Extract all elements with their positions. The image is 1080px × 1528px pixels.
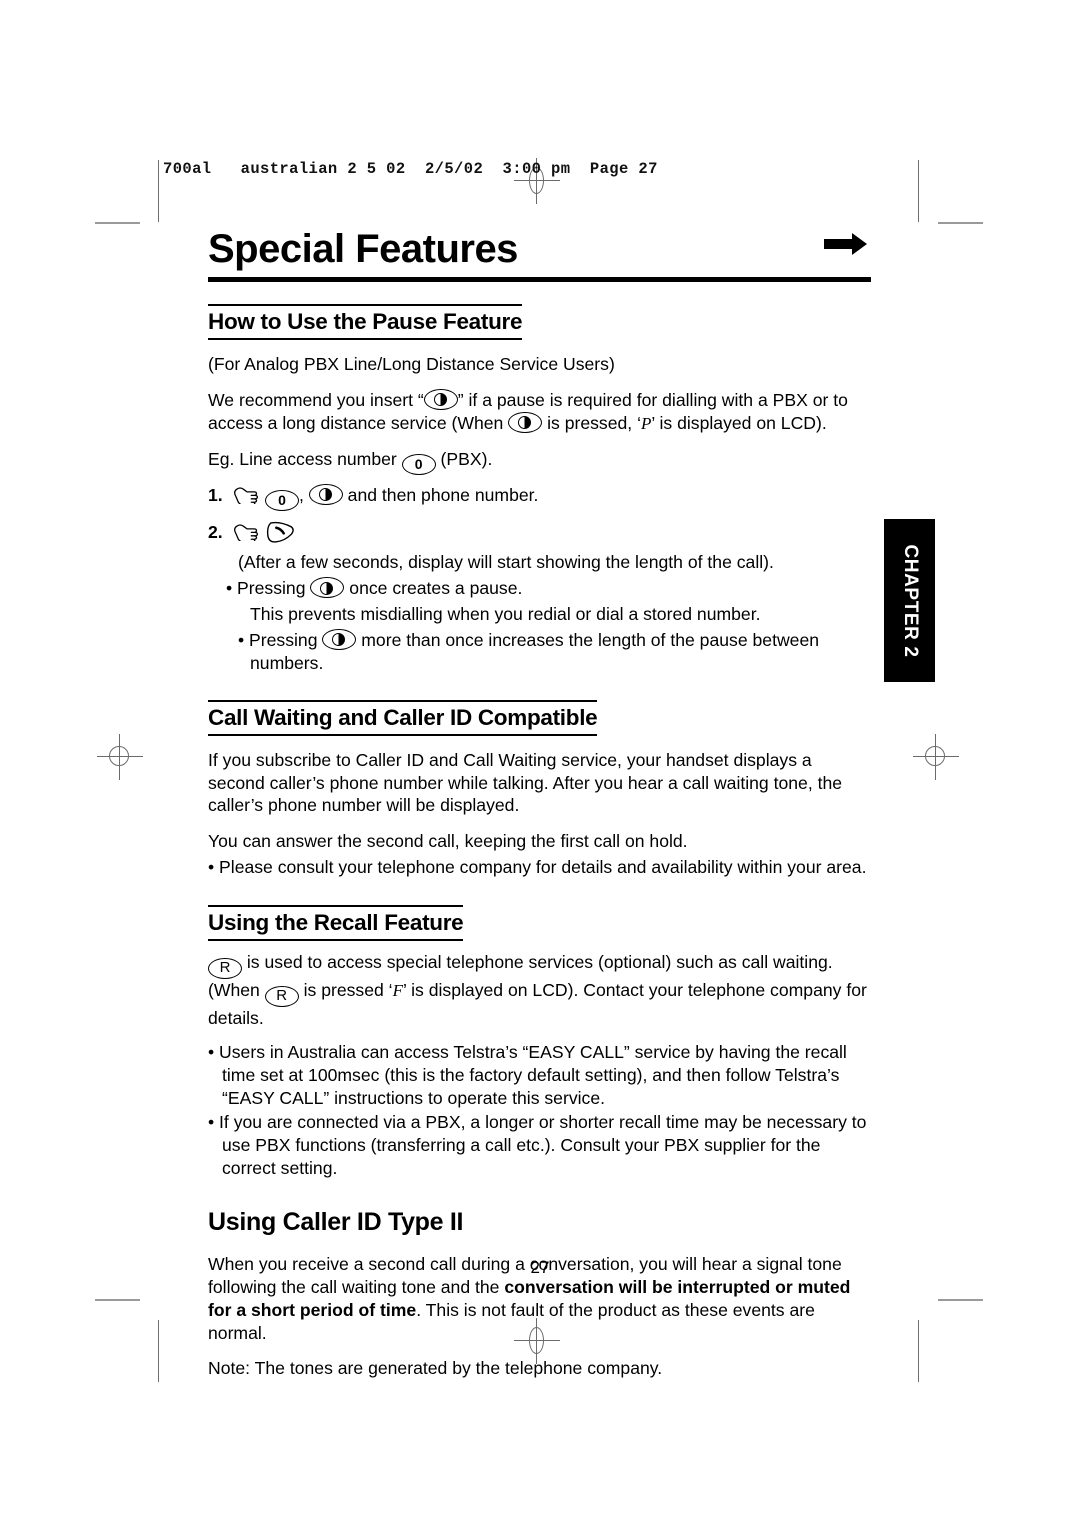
call-waiting-paragraph-1: If you subscribe to Caller ID and Call W… (208, 749, 843, 816)
chapter-title-row: Special Features (208, 228, 871, 270)
recall-intro-paragraph: R is used to access special telephone se… (208, 941, 871, 1030)
pause-subtitle: (For Analog PBX Line/Long Distance Servi… (208, 354, 615, 374)
pause-key-icon (322, 628, 357, 650)
pause-bullet-2: • Pressing more than once increases the … (208, 626, 871, 675)
crop-mark-bottom-left-vertical (158, 1320, 159, 1382)
section-heading-pause-label: How to Use the Pause Feature (208, 309, 523, 334)
pause-key-icon (508, 411, 543, 433)
chapter-tab-label: CHAPTER 2 (899, 543, 921, 658)
crop-mark-top-right-vertical (918, 160, 919, 222)
step-1-number: 1. (208, 484, 223, 505)
pause-step-2-note: (After a few seconds, display will start… (238, 552, 774, 573)
title-rule (208, 277, 871, 282)
page-number: 27 (530, 1258, 550, 1277)
pause-step-2: 2. (208, 511, 871, 547)
step-2-number: 2. (208, 521, 223, 542)
pause-bullet-1-text-b: once creates a pause. (344, 578, 523, 599)
section-heading-recall: Using the Recall Feature (208, 904, 871, 941)
pause-step-1: 1. 0, and then phone number. (208, 475, 871, 511)
recall-bullet-1: • Users in Australia can access Telstra’… (208, 1041, 847, 1108)
recall-key-icon: R (208, 957, 242, 979)
recall-key-icon: R (264, 985, 299, 1007)
crop-mark-bottom-right-vertical (918, 1320, 919, 1382)
pause-key-icon (423, 388, 458, 410)
crop-mark-top-right-horizontal (938, 222, 983, 224)
caller-id-type2-note: Note: The tones are generated by the tel… (208, 1358, 663, 1379)
section-heading-call-waiting: Call Waiting and Caller ID Compatible (208, 699, 871, 736)
pause-example-line: Eg. Line access number 0 (PBX). (208, 435, 871, 475)
lcd-indicator-f: F (392, 980, 403, 1000)
page-title: Special Features (208, 227, 518, 271)
section-heading-pause: How to Use the Pause Feature (208, 304, 871, 340)
section-heading-call-waiting-label: Call Waiting and Caller ID Compatible (208, 704, 598, 730)
crop-mark-bottom-left-horizontal (95, 1299, 140, 1301)
pause-intro-text-c: is pressed, ‘ (542, 412, 641, 433)
talk-key-icon (265, 520, 295, 543)
pause-key-icon (310, 577, 345, 599)
recall-intro-text-b: is pressed ‘ (298, 979, 393, 1000)
recall-bullet-2: • If you are connected via a PBX, a long… (208, 1112, 867, 1179)
pause-example-text-b: (PBX). (435, 448, 493, 469)
section-heading-caller-id-type2-label: Using Caller ID Type II (208, 1208, 464, 1236)
pause-bullet-1-text-a: • Pressing (226, 578, 311, 599)
pause-bullet-1: • Pressing once creates a pause. (208, 574, 871, 600)
lcd-indicator-p: P (640, 413, 652, 433)
right-arrow-icon (824, 232, 868, 261)
call-waiting-bullet-1: • Please consult your telephone company … (208, 857, 867, 878)
pause-intro-paragraph: We recommend you insert “” if a pause is… (208, 376, 871, 435)
prepress-header-text: 700al australian 2 5 02 2/5/02 3:00 pm P… (163, 160, 658, 178)
crop-mark-top-left-vertical (158, 160, 159, 222)
section-heading-caller-id-type2: Using Caller ID Type II (208, 1205, 871, 1240)
pause-intro-text-a: We recommend you insert “ (208, 389, 424, 410)
crop-mark-top-left-horizontal (95, 222, 140, 224)
pause-bullet-2-text-a: • Pressing (238, 629, 323, 650)
zero-key-icon: 0 (401, 453, 436, 475)
pause-example-text-a: Eg. Line access number (208, 448, 402, 469)
section-heading-recall-label: Using the Recall Feature (208, 909, 464, 935)
caller-id-type2-paragraph: When you receive a second call during a … (208, 1240, 871, 1344)
registration-mark-right (913, 734, 959, 780)
pointing-hand-icon (232, 487, 262, 508)
step-1-separator: , (299, 484, 309, 505)
pause-key-icon (308, 483, 343, 505)
pointing-hand-icon (232, 524, 262, 545)
zero-key-icon: 0 (265, 489, 299, 511)
registration-mark-left (97, 734, 143, 780)
page-content: Special Features How to Use the Pause Fe… (208, 228, 871, 1380)
call-waiting-paragraph-2: You can answer the second call, keeping … (208, 831, 688, 852)
crop-mark-bottom-right-horizontal (938, 1299, 983, 1301)
step-1-text: and then phone number. (342, 484, 539, 505)
pause-intro-text-d: ’ is displayed on LCD). (651, 412, 827, 433)
pause-bullet-1-sub: This prevents misdialling when you redia… (250, 604, 761, 625)
chapter-tab: CHAPTER 2 (884, 519, 935, 682)
